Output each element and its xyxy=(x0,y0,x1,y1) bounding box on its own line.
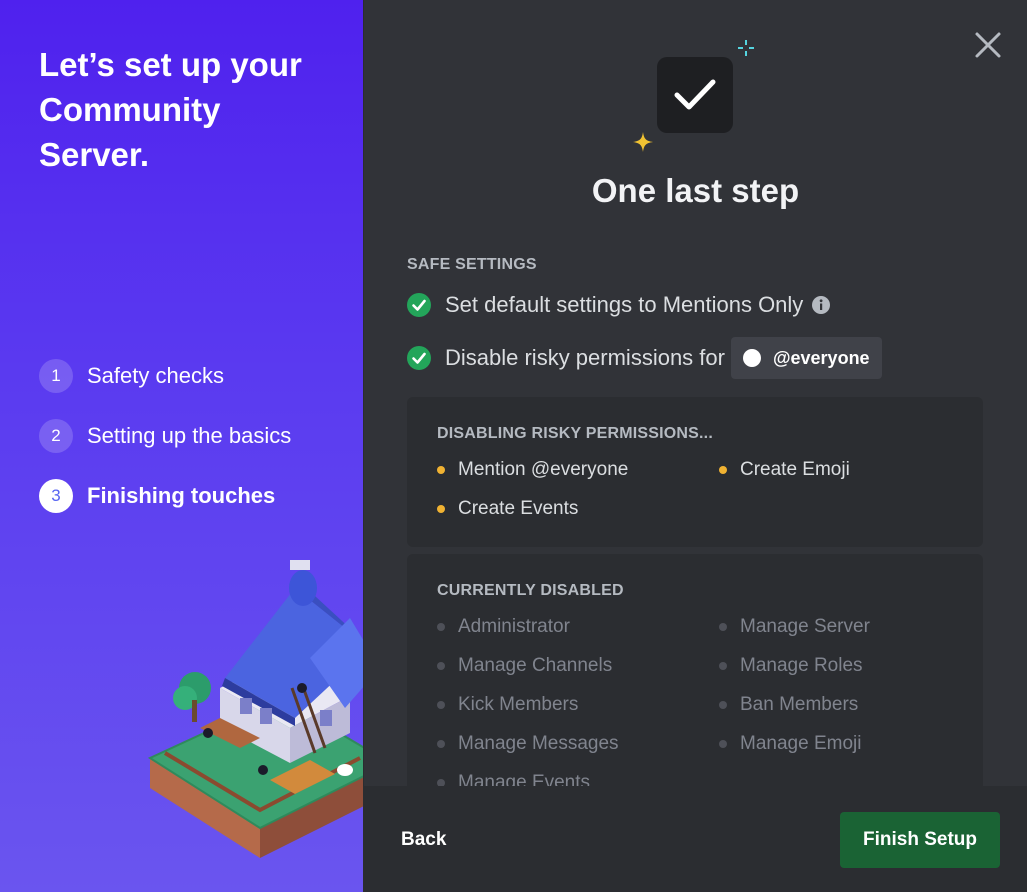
step-basics: 2 Setting up the basics xyxy=(39,418,291,454)
status-dot xyxy=(719,623,727,631)
back-button[interactable]: Back xyxy=(395,828,452,852)
role-name: @everyone xyxy=(772,347,870,368)
step-label: Setting up the basics xyxy=(87,423,292,448)
status-dot xyxy=(437,701,445,709)
safe-setting-label: Set default settings to Mentions Only xyxy=(445,292,804,317)
sidebar-title: Let’s set up your Community Server. xyxy=(39,46,302,173)
risky-permission-item: Mention @everyone xyxy=(437,459,628,481)
disabled-permission-item: Administrator xyxy=(437,616,570,638)
warning-dot xyxy=(437,466,445,474)
step-number: 1 xyxy=(39,359,73,393)
role-color-dot xyxy=(742,349,761,367)
setup-sidebar: Let’s set up your Community Server. 1 Sa… xyxy=(0,0,364,892)
safe-setting-mentions: Set default settings to Mentions Only xyxy=(407,292,831,318)
disabling-header: DISABLING RISKY PERMISSIONS... xyxy=(437,425,713,442)
safe-settings-header: SAFE SETTINGS xyxy=(407,256,537,273)
permission-label: Administrator xyxy=(458,616,570,637)
status-dot xyxy=(719,701,727,709)
role-mention-pill: @everyone xyxy=(730,337,882,379)
step-number-active: 3 xyxy=(39,479,73,513)
status-dot xyxy=(719,662,727,670)
currently-disabled-panel: CURRENTLY DISABLED Administrator Manage … xyxy=(407,554,983,814)
disabled-permission-item: Kick Members xyxy=(437,694,578,716)
disabled-permission-item: Manage Messages xyxy=(437,733,619,755)
disabling-permissions-panel: DISABLING RISKY PERMISSIONS... Mention @… xyxy=(407,397,983,547)
safe-setting-label: Disable risky permissions for xyxy=(445,345,725,370)
disabled-permission-item: Ban Members xyxy=(719,694,858,716)
disabled-header: CURRENTLY DISABLED xyxy=(437,582,624,599)
permission-label: Manage Roles xyxy=(740,655,863,676)
step-finishing-touches: 3 Finishing touches xyxy=(39,478,291,514)
info-icon[interactable] xyxy=(811,295,831,315)
step-list: 1 Safety checks 2 Setting up the basics … xyxy=(39,358,291,538)
permission-label: Manage Channels xyxy=(458,655,613,676)
checkmark-icon xyxy=(674,79,716,110)
status-dot xyxy=(719,740,727,748)
disabled-permission-item: Manage Emoji xyxy=(719,733,861,755)
sparkle-icon xyxy=(738,40,754,56)
check-circle-icon xyxy=(407,346,431,370)
close-icon[interactable] xyxy=(973,30,1003,60)
setup-modal: Let’s set up your Community Server. 1 Sa… xyxy=(0,0,1027,892)
risky-permission-item: Create Events xyxy=(437,498,578,520)
risky-permission-item: Create Emoji xyxy=(719,459,850,481)
step-label: Safety checks xyxy=(87,363,224,388)
status-dot xyxy=(437,740,445,748)
step-number: 2 xyxy=(39,419,73,453)
permission-label: Manage Server xyxy=(740,616,870,637)
completion-check-badge xyxy=(657,57,733,133)
modal-footer: Back Finish Setup xyxy=(364,786,1027,892)
status-dot xyxy=(437,623,445,631)
warning-dot xyxy=(719,466,727,474)
permission-label: Mention @everyone xyxy=(458,459,629,480)
community-house-illustration xyxy=(147,560,363,858)
permission-label: Manage Messages xyxy=(458,733,619,754)
warning-dot xyxy=(437,505,445,513)
disabled-permission-item: Manage Channels xyxy=(437,655,612,677)
disabled-permission-item: Manage Server xyxy=(719,616,870,638)
status-dot xyxy=(437,662,445,670)
step-label-active: Finishing touches xyxy=(87,483,276,508)
permission-label: Manage Emoji xyxy=(740,733,862,754)
page-title: One last step xyxy=(591,172,800,209)
check-circle-icon xyxy=(407,293,431,317)
permission-label: Create Events xyxy=(458,498,579,519)
step-safety-checks: 1 Safety checks xyxy=(39,358,291,394)
disabled-permission-item: Manage Roles xyxy=(719,655,863,677)
setup-content: One last step SAFE SETTINGS Set default … xyxy=(364,0,1027,892)
safe-setting-permissions: Disable risky permissions for @everyone xyxy=(407,337,882,379)
permission-label: Ban Members xyxy=(740,694,859,715)
permission-label: Create Emoji xyxy=(740,459,850,480)
sparkle-star-icon xyxy=(633,132,653,152)
permission-label: Kick Members xyxy=(458,694,579,715)
finish-setup-button[interactable]: Finish Setup xyxy=(840,812,1000,868)
